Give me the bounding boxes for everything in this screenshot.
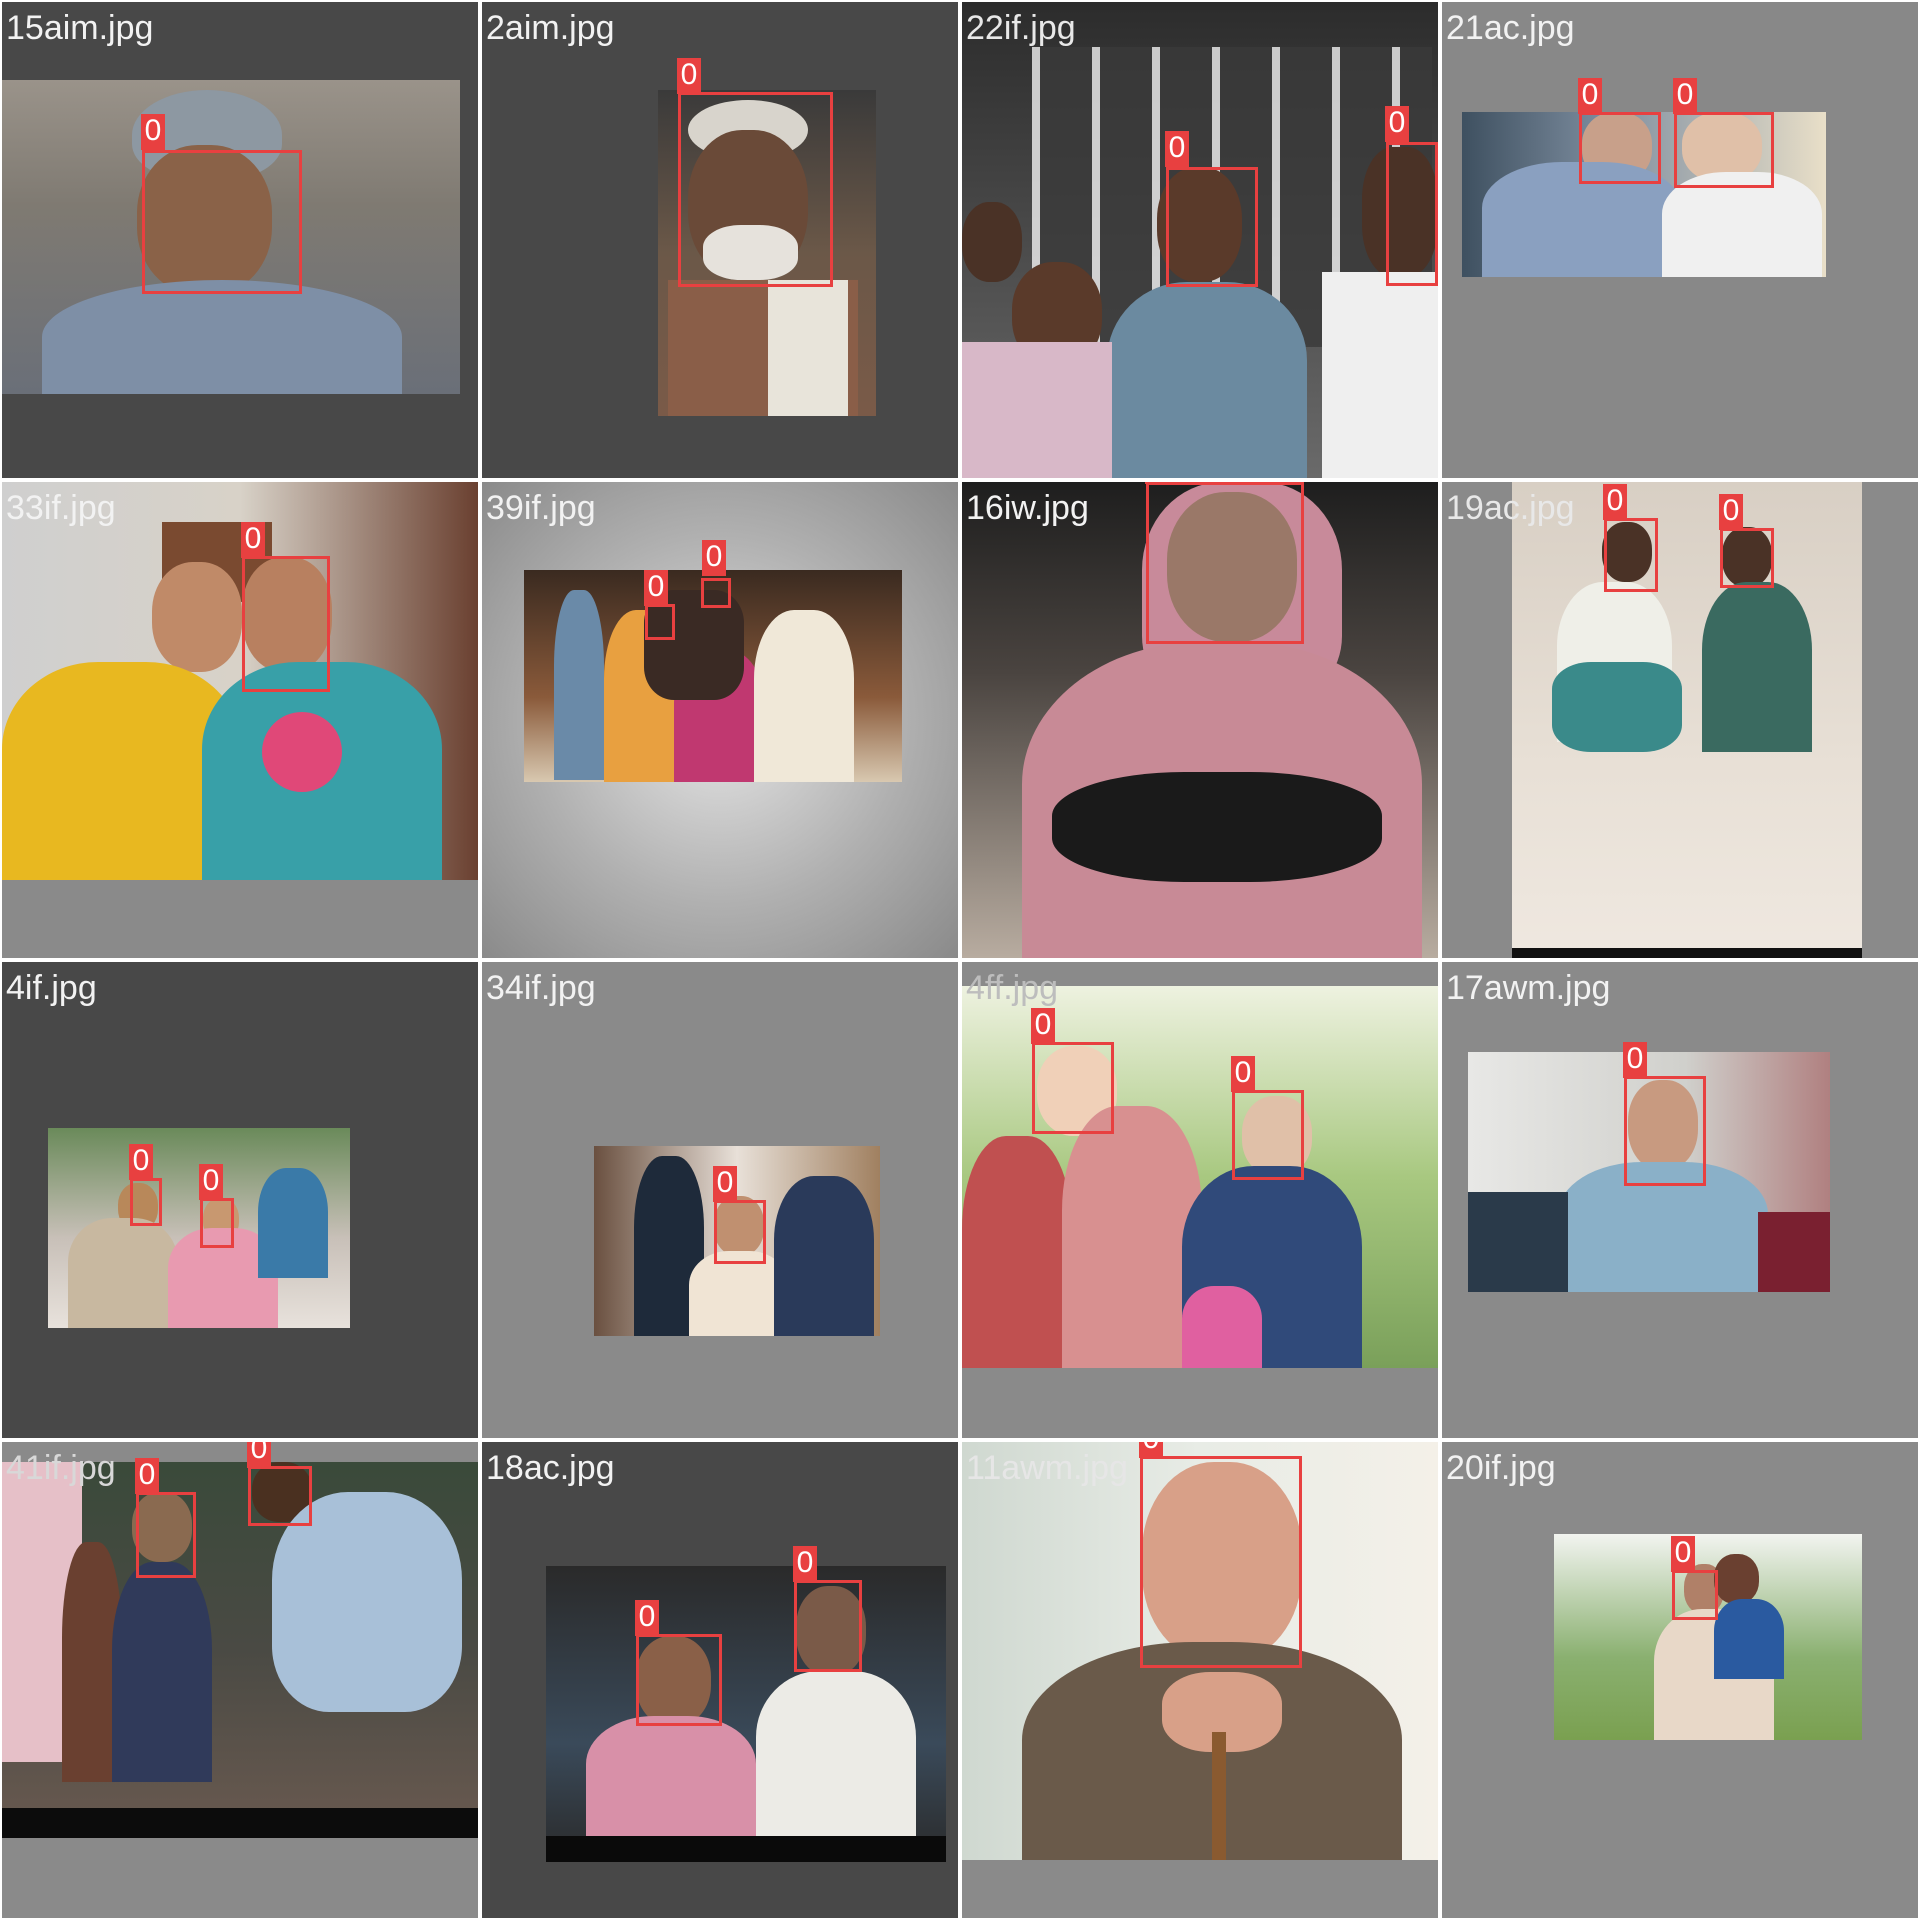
class-label: 0 — [702, 540, 726, 576]
face-box — [1386, 142, 1438, 286]
class-label: 0 — [677, 58, 701, 94]
photo — [2, 482, 478, 880]
file-name: 4ff.jpg — [966, 969, 1059, 1007]
tile-17awm: 0 17awm.jpg — [1442, 962, 1918, 1438]
class-label: 0 — [713, 1166, 737, 1202]
file-name: 34if.jpg — [486, 969, 596, 1007]
face-box — [794, 1580, 862, 1672]
face-box — [248, 1466, 312, 1526]
photo — [1554, 1534, 1862, 1740]
file-name: 16iw.jpg — [966, 489, 1089, 527]
tile-4ff: 0 0 4ff.jpg — [962, 962, 1438, 1438]
tile-11awm: 0 11awm.jpg — [962, 1442, 1438, 1918]
tile-19ac: 0 0 19ac.jpg — [1442, 482, 1918, 958]
class-label: 0 — [1385, 106, 1409, 142]
tile-20if: 0 20if.jpg — [1442, 1442, 1918, 1918]
tile-2aim: 0 2aim.jpg — [482, 2, 958, 478]
photo — [546, 1566, 946, 1862]
file-name: 39if.jpg — [486, 489, 596, 527]
file-name: 19ac.jpg — [1446, 489, 1575, 527]
face-box — [1604, 518, 1658, 592]
face-box — [678, 92, 833, 287]
face-box — [1166, 167, 1258, 287]
class-label: 0 — [141, 114, 165, 150]
class-label: 0 — [1231, 1056, 1255, 1092]
class-label: 0 — [1603, 484, 1627, 520]
image-mosaic: 0 15aim.jpg 0 2aim.jpg 0 0 22if.jpg 0 0 … — [0, 0, 1920, 1920]
face-box — [242, 556, 330, 692]
face-box — [714, 1200, 766, 1264]
class-label: 0 — [793, 1546, 817, 1582]
photo — [48, 1128, 350, 1328]
tile-33if: 0 33if.jpg — [2, 482, 478, 958]
tile-34if: 0 34if.jpg — [482, 962, 958, 1438]
tile-4if: 0 0 4if.jpg — [2, 962, 478, 1438]
class-label: 0 — [1139, 1442, 1163, 1458]
file-name: 17awm.jpg — [1446, 969, 1611, 1007]
file-name: 41if.jpg — [6, 1449, 116, 1487]
face-box — [645, 604, 675, 640]
file-name: 22if.jpg — [966, 9, 1076, 47]
face-box — [701, 578, 731, 608]
tile-22if: 0 0 22if.jpg — [962, 2, 1438, 478]
class-label: 0 — [1145, 482, 1169, 484]
face-box — [1672, 1570, 1718, 1620]
class-label: 0 — [199, 1164, 223, 1200]
class-label: 0 — [1578, 78, 1602, 114]
photo — [1512, 482, 1862, 958]
file-name: 4if.jpg — [6, 969, 97, 1007]
class-label: 0 — [241, 522, 265, 558]
face-box — [1579, 112, 1661, 184]
face-box — [1720, 528, 1774, 588]
class-label: 0 — [1623, 1042, 1647, 1078]
tile-16iw: 0 16iw.jpg — [962, 482, 1438, 958]
file-name: 18ac.jpg — [486, 1449, 615, 1487]
face-box — [1140, 1456, 1302, 1668]
face-box — [1624, 1076, 1706, 1186]
face-box — [636, 1634, 722, 1726]
file-name: 15aim.jpg — [6, 9, 154, 47]
class-label: 0 — [1671, 1536, 1695, 1572]
photo — [2, 1462, 478, 1838]
class-label: 0 — [129, 1144, 153, 1180]
class-label: 0 — [135, 1458, 159, 1494]
face-box — [1146, 482, 1304, 644]
face-box — [136, 1492, 196, 1578]
face-box — [1232, 1090, 1304, 1180]
tile-15aim: 0 15aim.jpg — [2, 2, 478, 478]
class-label: 0 — [1719, 494, 1743, 530]
face-box — [1032, 1042, 1114, 1134]
file-name: 11awm.jpg — [966, 1449, 1128, 1487]
tile-21ac: 0 0 21ac.jpg — [1442, 2, 1918, 478]
class-label: 0 — [1031, 1008, 1055, 1044]
class-label: 0 — [635, 1600, 659, 1636]
tile-18ac: 0 0 18ac.jpg — [482, 1442, 958, 1918]
face-box — [142, 150, 302, 294]
tile-39if: 0 0 39if.jpg — [482, 482, 958, 958]
file-name: 21ac.jpg — [1446, 9, 1575, 47]
class-label: 0 — [1165, 131, 1189, 167]
file-name: 2aim.jpg — [486, 9, 615, 47]
tile-41if: 0 0 41if.jpg — [2, 1442, 478, 1918]
face-box — [1674, 112, 1774, 188]
class-label: 0 — [247, 1442, 271, 1468]
face-box — [130, 1178, 162, 1226]
class-label: 0 — [1673, 78, 1697, 114]
face-box — [200, 1198, 234, 1248]
class-label: 0 — [644, 570, 668, 606]
file-name: 33if.jpg — [6, 489, 116, 527]
file-name: 20if.jpg — [1446, 1449, 1556, 1487]
